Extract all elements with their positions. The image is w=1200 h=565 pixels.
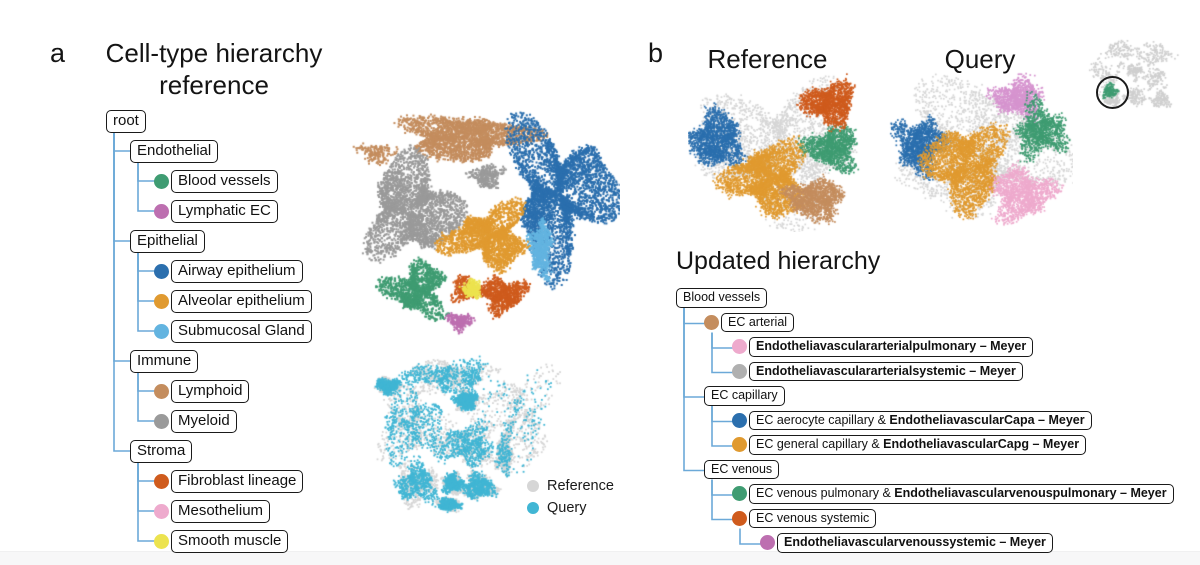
- node-color-dot-icon: [732, 339, 747, 355]
- umap-dataset-legend: Reference Query: [527, 478, 614, 522]
- hierarchy-b-node-label: EC venous systemic: [749, 508, 877, 529]
- hierarchy-a-node[interactable]: Airway epithelium: [154, 260, 303, 283]
- hierarchy-b-node[interactable]: EC venous: [704, 459, 780, 480]
- node-color-dot-icon: [732, 510, 747, 526]
- hierarchy-a-node[interactable]: Myeloid: [154, 410, 237, 433]
- node-color-dot-icon: [154, 533, 169, 549]
- node-color-dot-icon: [154, 473, 169, 489]
- umap-endothelial-query: [888, 72, 1073, 232]
- hierarchy-b-node[interactable]: EC general capillary & Endotheliavascula…: [732, 435, 1087, 455]
- legend-item-query: Query: [527, 500, 614, 516]
- legend-item-reference: Reference: [527, 478, 614, 494]
- hierarchy-a-node[interactable]: Submucosal Gland: [154, 320, 312, 343]
- node-color-dot-icon: [154, 203, 169, 219]
- node-color-dot-icon: [154, 173, 169, 189]
- legend-label-query: Query: [547, 500, 587, 516]
- legend-swatch-reference: [527, 480, 539, 492]
- hierarchy-b-node-label: EC venous pulmonary & Endotheliavascular…: [749, 484, 1174, 504]
- node-color-dot-icon: [154, 263, 169, 279]
- hierarchy-a-node-label: Alveolar epithelium: [171, 290, 312, 313]
- hierarchy-a-node-label: Lymphatic EC: [171, 200, 278, 223]
- hierarchy-a-node-label: Myeloid: [171, 410, 237, 433]
- hierarchy-a-node[interactable]: Epithelial: [130, 230, 205, 253]
- hierarchy-b-node[interactable]: Blood vessels: [676, 288, 768, 308]
- hierarchy-a-node[interactable]: Smooth muscle: [154, 530, 289, 553]
- hierarchy-a-node-label: Endothelial: [130, 140, 219, 163]
- hierarchy-b-node[interactable]: EC aerocyte capillary & Endotheliavascul…: [732, 410, 1092, 431]
- hierarchy-a-node[interactable]: Alveolar epithelium: [154, 290, 312, 313]
- updated-hierarchy: Blood vessels EC arterial Endotheliavascul…: [676, 288, 1196, 553]
- node-color-dot-icon: [154, 413, 169, 429]
- highlight-circle-icon: [1096, 76, 1129, 109]
- hierarchy-b-node-label: EC aerocyte capillary & Endotheliavascul…: [749, 410, 1092, 431]
- hierarchy-a-node[interactable]: Lymphoid: [154, 380, 250, 403]
- hierarchy-a-node-label: Airway epithelium: [171, 260, 303, 283]
- hierarchy-b-node-label: EC arterial: [721, 312, 795, 333]
- hierarchy-a-node[interactable]: Fibroblast lineage: [154, 470, 304, 493]
- node-color-dot-icon: [704, 314, 719, 330]
- hierarchy-b-node-label: Blood vessels: [676, 288, 768, 308]
- umap-endothelial-reference: [688, 72, 873, 232]
- hierarchy-a-node[interactable]: Stroma: [130, 440, 193, 463]
- hierarchy-a-node[interactable]: Mesothelium: [154, 500, 271, 523]
- hierarchy-b-node[interactable]: EC capillary: [704, 386, 785, 406]
- updated-hierarchy-title: Updated hierarchy: [676, 247, 881, 275]
- hierarchy-a-node[interactable]: Blood vessels: [154, 170, 278, 193]
- hierarchy-a-node-label: Submucosal Gland: [171, 320, 312, 343]
- legend-label-reference: Reference: [547, 478, 614, 494]
- node-color-dot-icon: [154, 383, 169, 399]
- node-color-dot-icon: [732, 486, 747, 502]
- hierarchy-b-node-label: Endotheliavasculararterialsystemic – Mey…: [749, 361, 1023, 382]
- hierarchy-b-node[interactable]: EC venous pulmonary & Endotheliavascular…: [732, 484, 1174, 504]
- hierarchy-b-node-label: EC capillary: [704, 386, 785, 406]
- node-color-dot-icon: [154, 293, 169, 309]
- node-color-dot-icon: [154, 323, 169, 339]
- hierarchy-b-node[interactable]: Endotheliavascularvenoussystemic – Meyer: [760, 533, 1053, 553]
- hierarchy-b-node[interactable]: Endotheliavasculararterialsystemic – Mey…: [732, 361, 1023, 382]
- hierarchy-a-node-label: Fibroblast lineage: [171, 470, 304, 493]
- page-bottom-band: [0, 551, 1200, 565]
- umap-b-query-title: Query: [944, 44, 1016, 74]
- hierarchy-a-node[interactable]: Immune: [130, 350, 199, 373]
- umap-atlas-thumbnail: [1082, 36, 1182, 121]
- hierarchy-a-node[interactable]: Lymphatic EC: [154, 200, 278, 223]
- hierarchy-b-node[interactable]: EC arterial: [704, 312, 795, 333]
- panel-b-letter: b: [648, 38, 664, 68]
- hierarchy-a-node-label: Lymphoid: [171, 380, 250, 403]
- node-color-dot-icon: [154, 503, 169, 519]
- node-color-dot-icon: [732, 412, 747, 428]
- hierarchy-a-node-label: Mesothelium: [171, 500, 271, 523]
- node-color-dot-icon: [732, 363, 747, 379]
- hierarchy-b-node-label: Endotheliavascularvenoussystemic – Meyer: [777, 533, 1053, 553]
- hierarchy-b-node[interactable]: EC venous systemic: [732, 508, 877, 529]
- hierarchy-b-node-label: EC venous: [704, 459, 780, 480]
- hierarchy-a-node[interactable]: Endothelial: [130, 140, 219, 163]
- umap-reference-celltype: [352, 108, 620, 340]
- hierarchy-b-node-label: EC general capillary & Endotheliavascula…: [749, 435, 1087, 455]
- figure-canvas: a Cell-type hierarchy reference root Endo…: [0, 0, 1200, 565]
- hierarchy-b-node-label: Endotheliavasculararterialpulmonary – Me…: [749, 337, 1034, 357]
- hierarchy-a-node[interactable]: root: [106, 110, 146, 133]
- umap-b-reference-title: Reference: [707, 44, 828, 74]
- node-color-dot-icon: [732, 437, 747, 453]
- legend-swatch-query: [527, 502, 539, 514]
- hierarchy-b-node[interactable]: Endotheliavasculararterialpulmonary – Me…: [732, 337, 1034, 357]
- hierarchy-a-node-label: root: [106, 110, 146, 133]
- hierarchy-a-node-label: Epithelial: [130, 230, 205, 253]
- hierarchy-a-node-label: Immune: [130, 350, 199, 373]
- panel-a-letter: a: [50, 38, 66, 68]
- hierarchy-a-node-label: Stroma: [130, 440, 193, 463]
- hierarchy-a-node-label: Blood vessels: [171, 170, 278, 193]
- cell-type-hierarchy-reference: root Endothelial Blood vessels Lymphatic EC…: [106, 110, 366, 553]
- hierarchy-a-node-label: Smooth muscle: [171, 530, 289, 553]
- panel-a-title: Cell-type hierarchy reference: [105, 38, 323, 100]
- node-color-dot-icon: [760, 535, 775, 551]
